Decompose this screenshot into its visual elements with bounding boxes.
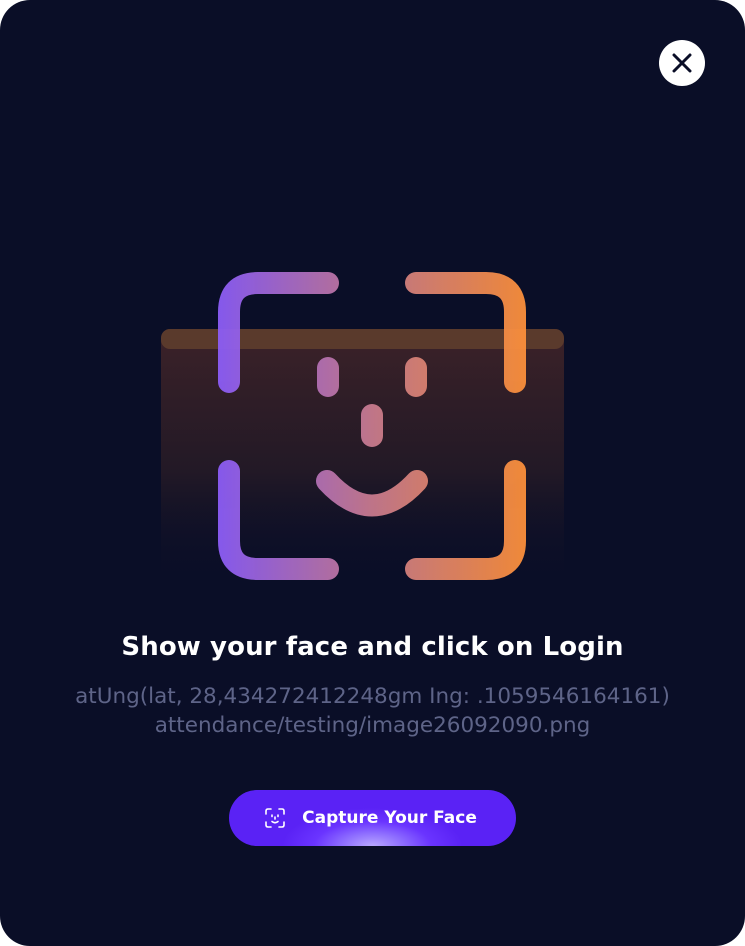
capture-button-label: Capture Your Face — [302, 808, 477, 828]
face-scan-icon — [264, 807, 286, 829]
location-text: atUng(lat, 28,434272412248gm Ing: .10595… — [75, 684, 670, 709]
face-capture-dialog: Show your face and click on Login atUng(… — [0, 0, 745, 946]
capture-face-button[interactable]: Capture Your Face — [229, 790, 516, 846]
face-scan-illustration — [161, 272, 564, 589]
dialog-title: Show your face and click on Login — [121, 632, 624, 662]
image-path-text: attendance/testing/image26092090.png — [154, 713, 591, 738]
